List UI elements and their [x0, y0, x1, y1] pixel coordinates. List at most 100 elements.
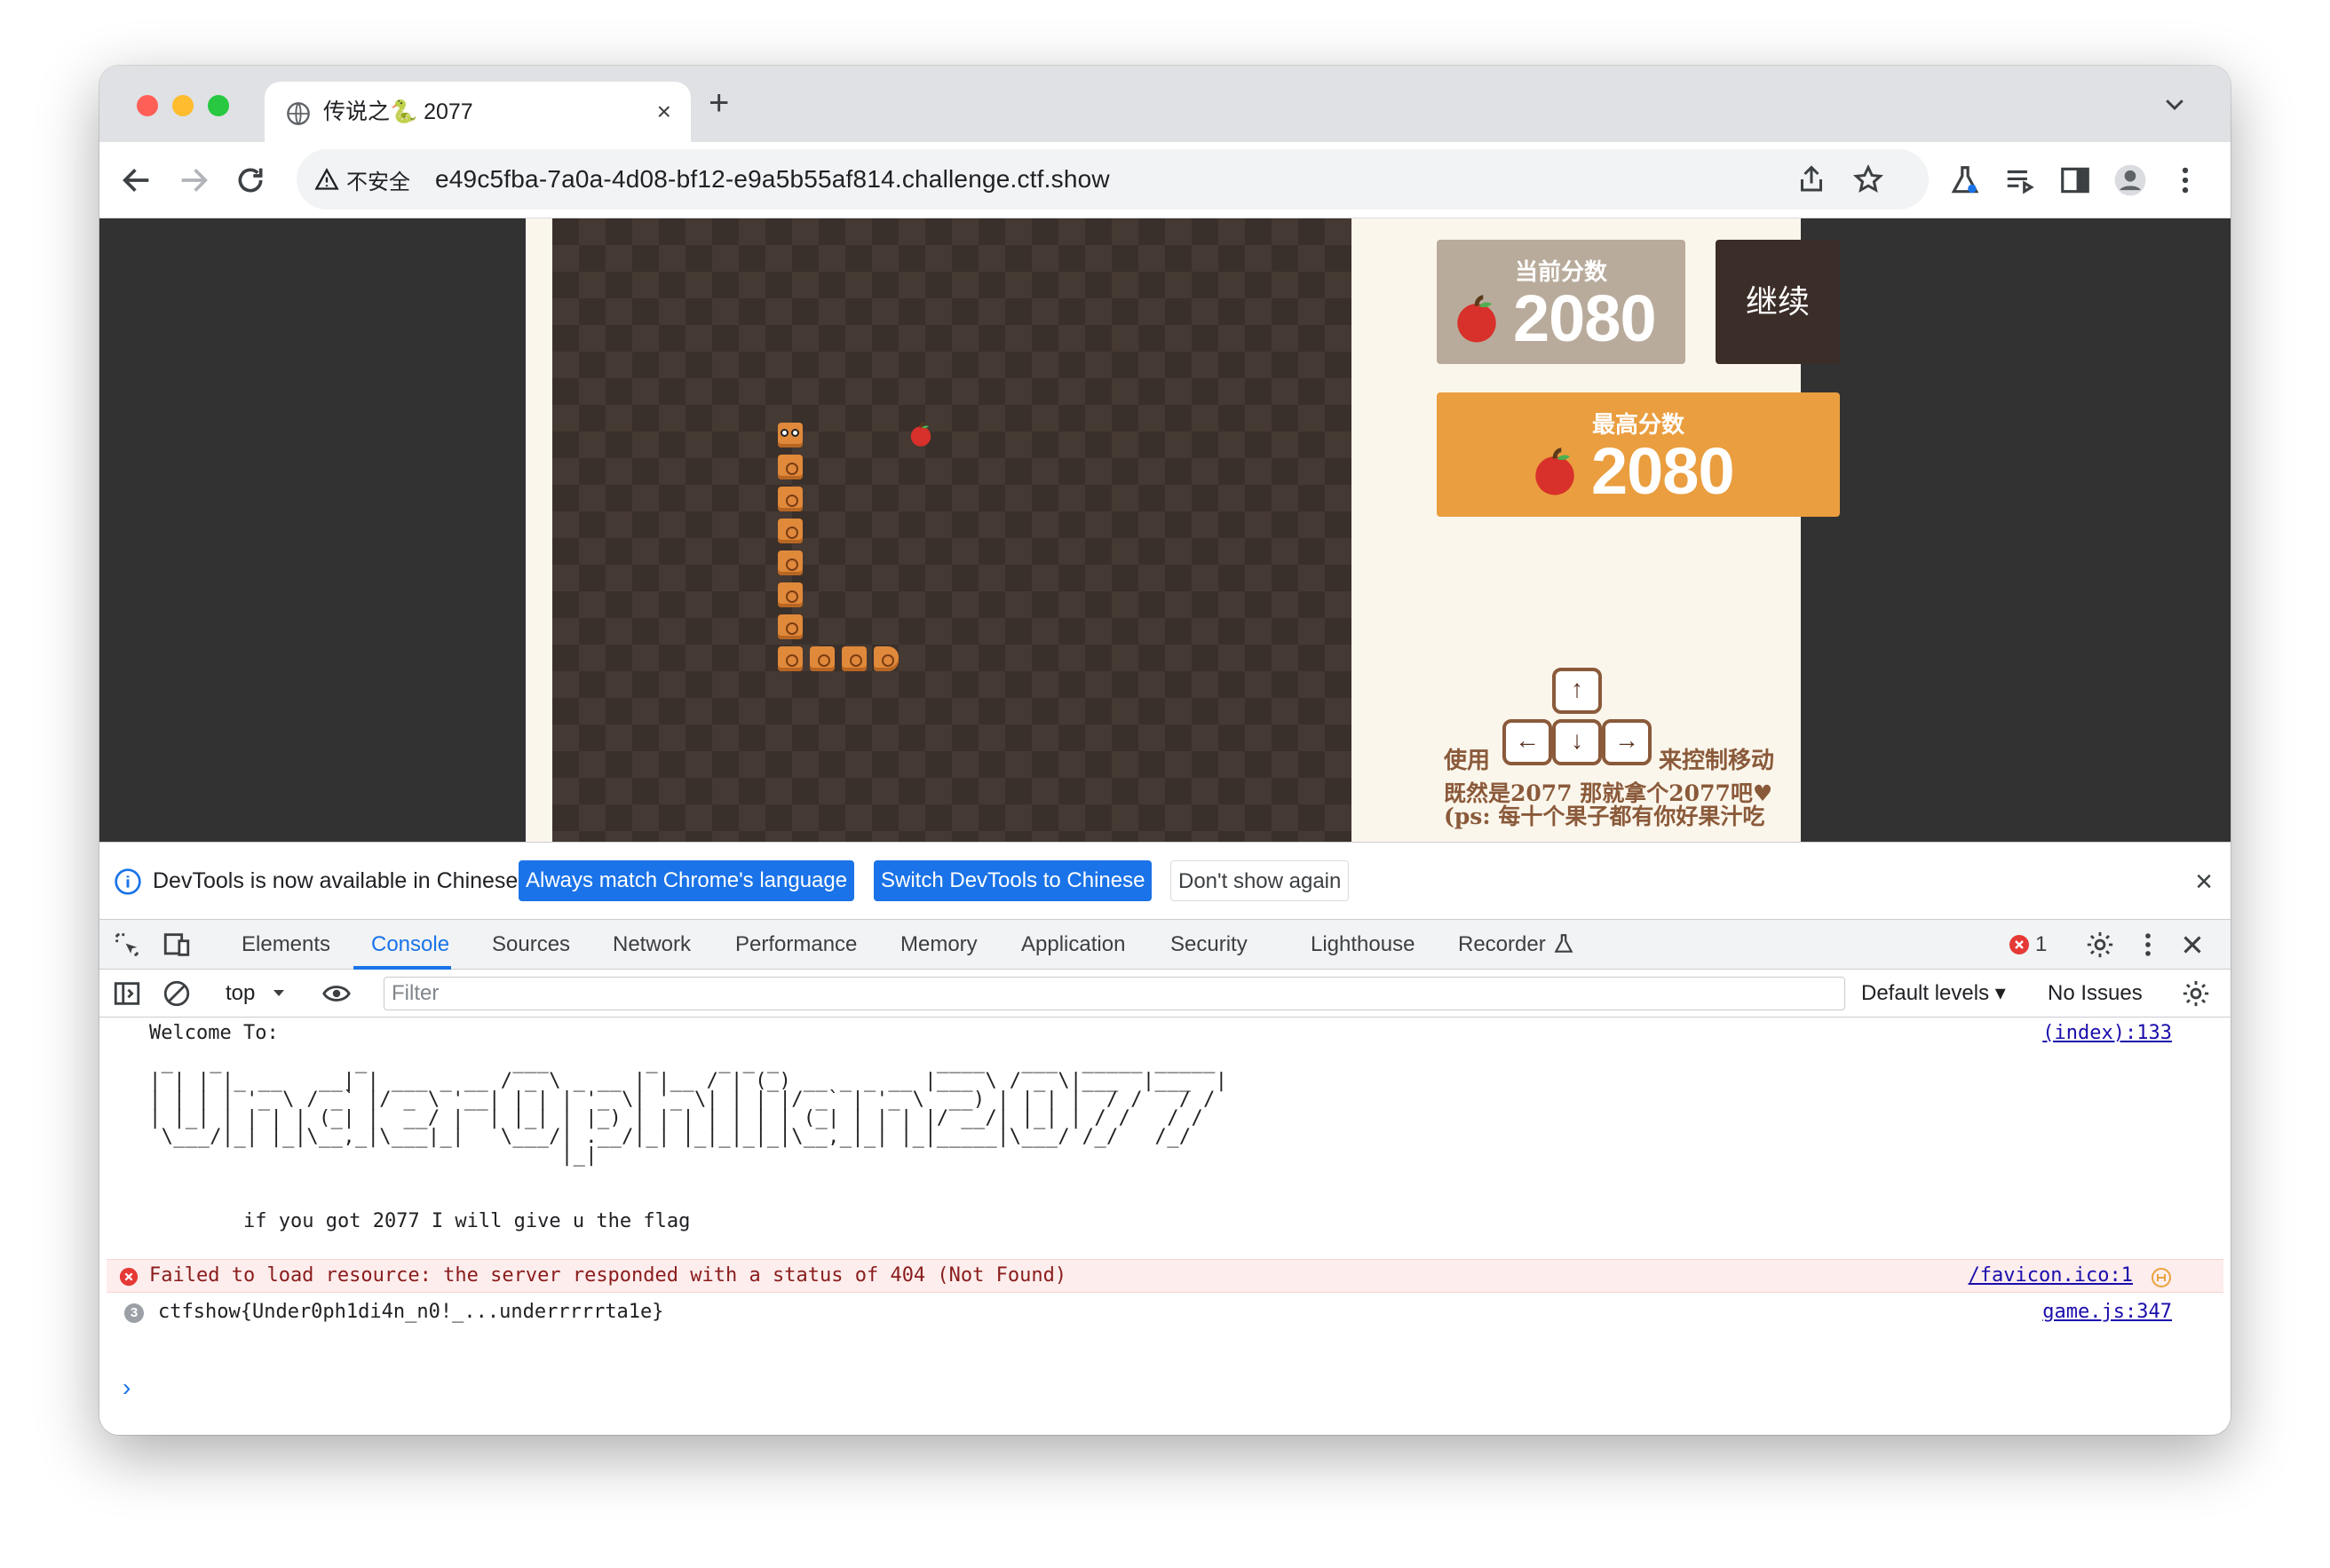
ascii-art-banner: _ _ _ ___ _ _ _ _ ____ ___ _____ _____ |…	[149, 1051, 1228, 1167]
snake-eye	[781, 429, 789, 437]
new-tab-button[interactable]: +	[709, 85, 729, 121]
profile-avatar-icon[interactable]	[2113, 163, 2147, 197]
security-label: 不安全	[346, 170, 410, 194]
log-levels-dropdown[interactable]: Default levels ▾	[1861, 977, 2006, 1010]
snake-segment	[778, 646, 803, 671]
reload-icon[interactable]	[233, 162, 268, 198]
best-score-box: 最高分数 2080	[1437, 392, 1840, 517]
gear-icon[interactable]	[2181, 978, 2211, 1009]
snake-segment	[778, 550, 803, 575]
tab-security[interactable]: Security	[1170, 920, 1248, 970]
error-icon[interactable]	[2009, 934, 2030, 955]
sidebar-toggle-icon[interactable]	[112, 978, 142, 1009]
url-text[interactable]: e49c5fba-7a0a-4d08-bf12-e9a5b55af814.cha…	[435, 160, 1110, 199]
devtools-tab-bar: Elements Console Sources Network Perform…	[99, 920, 2231, 970]
error-icon	[119, 1267, 139, 1287]
device-toolbar-icon[interactable]	[162, 930, 192, 960]
snake-segment	[778, 614, 803, 639]
security-indicator[interactable]: 不安全	[314, 162, 410, 197]
more-vert-icon[interactable]	[2133, 930, 2163, 960]
side-panel-icon[interactable]	[2058, 163, 2092, 197]
tab-application[interactable]: Application	[1021, 920, 1125, 970]
error-count[interactable]: 1	[2035, 920, 2047, 970]
context-selector[interactable]: top	[226, 977, 255, 1010]
eye-icon[interactable]	[321, 978, 352, 1009]
gear-icon[interactable]	[2085, 930, 2115, 960]
clear-console-icon[interactable]	[162, 978, 192, 1009]
snake-segment	[778, 487, 803, 511]
tab-elements[interactable]: Elements	[242, 920, 330, 970]
apple-icon	[910, 422, 931, 447]
console-prompt[interactable]: ›	[123, 1374, 131, 1401]
maximize-window-button[interactable]	[208, 95, 229, 116]
console-error-row: Failed to load resource: the server resp…	[107, 1259, 2223, 1293]
source-link[interactable]: /favicon.ico:1	[1969, 1262, 2133, 1290]
tab-performance[interactable]: Performance	[735, 920, 857, 970]
console-flag-row: 3 ctfshow{Under0ph1di4n_n0!_...underrrrr…	[99, 1295, 2231, 1330]
issues-button[interactable]: No Issues	[2048, 977, 2143, 1010]
tab-close-button[interactable]: ×	[657, 96, 671, 128]
media-queue-icon[interactable]	[2003, 163, 2037, 197]
tab-console[interactable]: Console	[371, 920, 449, 970]
snake-tail	[874, 646, 899, 671]
share-icon[interactable]	[1795, 163, 1827, 195]
tab-lighthouse[interactable]: Lighthouse	[1311, 920, 1415, 970]
labs-flask-icon[interactable]	[1948, 163, 1982, 197]
dont-show-again-button[interactable]: Don't show again	[1170, 860, 1350, 901]
title-bar: 传说之🐍 2077 × +	[99, 66, 2231, 142]
star-icon[interactable]	[1852, 163, 1884, 195]
console-toolbar: top Filter Default levels ▾ No Issues	[99, 970, 2231, 1018]
browser-toolbar: 不安全 e49c5fba-7a0a-4d08-bf12-e9a5b55af814…	[99, 142, 2231, 218]
console-message-subtitle: if you got 2077 I will give u the flag	[243, 1210, 691, 1232]
snake-game: 当前分数 2080 继续 最高分数 2080 ↑ ← ↓ → 使用 来控制移动 …	[526, 218, 1840, 842]
tab-network[interactable]: Network	[613, 920, 691, 970]
console-flag-message: ctfshow{Under0ph1di4n_n0!_...underrrrrta…	[158, 1301, 664, 1323]
dropdown-arrow-icon[interactable]	[268, 982, 289, 1003]
left-key: ←	[1502, 719, 1552, 765]
browser-tab[interactable]: 传说之🐍 2077 ×	[265, 82, 691, 142]
close-icon[interactable]	[2177, 930, 2207, 960]
down-key: ↓	[1552, 719, 1602, 765]
network-request-icon[interactable]	[2151, 1267, 2172, 1288]
page-viewport: 当前分数 2080 继续 最高分数 2080 ↑ ← ↓ → 使用 来控制移动 …	[99, 218, 2231, 842]
current-score-value: 2080	[1513, 281, 1657, 355]
apple-icon	[1535, 447, 1574, 495]
console-filter-input[interactable]: Filter	[384, 977, 1845, 1010]
tab-recorder[interactable]: Recorder	[1458, 920, 1546, 970]
snake-segment	[778, 519, 803, 543]
snake-segment	[778, 582, 803, 607]
hint-control: 来控制移动	[1659, 748, 1775, 774]
console-error-message: Failed to load resource: the server resp…	[149, 1264, 1067, 1287]
back-arrow-icon[interactable]	[119, 162, 155, 198]
infobar-text: DevTools is now available in Chinese!	[153, 868, 525, 893]
up-key: ↑	[1552, 668, 1602, 714]
snake-segment	[842, 646, 867, 671]
source-link[interactable]: game.js:347	[2042, 1298, 2172, 1326]
minimize-window-button[interactable]	[172, 95, 194, 116]
source-link[interactable]: (index):133	[2042, 1019, 2172, 1048]
snake-segment	[778, 455, 803, 479]
always-match-language-button[interactable]: Always match Chrome's language	[519, 860, 855, 901]
globe-icon	[287, 102, 310, 125]
browser-window: 传说之🐍 2077 × + 不安全 e49c5fba-7a0a-4d08-bf1…	[99, 66, 2231, 1435]
console-message-welcome: Welcome To:	[149, 1022, 279, 1044]
chevron-down-icon[interactable]	[2161, 91, 2188, 117]
experiment-flask-icon	[1554, 934, 1573, 953]
switch-devtools-chinese-button[interactable]: Switch DevTools to Chinese	[874, 860, 1153, 901]
right-key: →	[1602, 719, 1652, 765]
hint-use: 使用	[1444, 748, 1491, 774]
inspect-element-icon[interactable]	[112, 930, 142, 960]
tab-sources[interactable]: Sources	[492, 920, 570, 970]
devtools-language-infobar: DevTools is now available in Chinese! Al…	[99, 842, 2231, 920]
more-vert-icon[interactable]	[2168, 163, 2202, 197]
snake-eye	[791, 429, 799, 437]
forward-arrow-icon[interactable]	[176, 162, 211, 198]
address-bar[interactable]: 不安全 e49c5fba-7a0a-4d08-bf12-e9a5b55af814…	[297, 149, 1929, 210]
close-window-button[interactable]	[137, 95, 158, 116]
infobar-close-button[interactable]: ×	[2195, 864, 2213, 899]
info-icon	[115, 868, 141, 895]
warning-icon	[314, 168, 339, 190]
continue-button[interactable]: 继续	[1716, 240, 1840, 364]
tab-memory[interactable]: Memory	[900, 920, 978, 970]
game-board[interactable]	[552, 218, 1351, 842]
